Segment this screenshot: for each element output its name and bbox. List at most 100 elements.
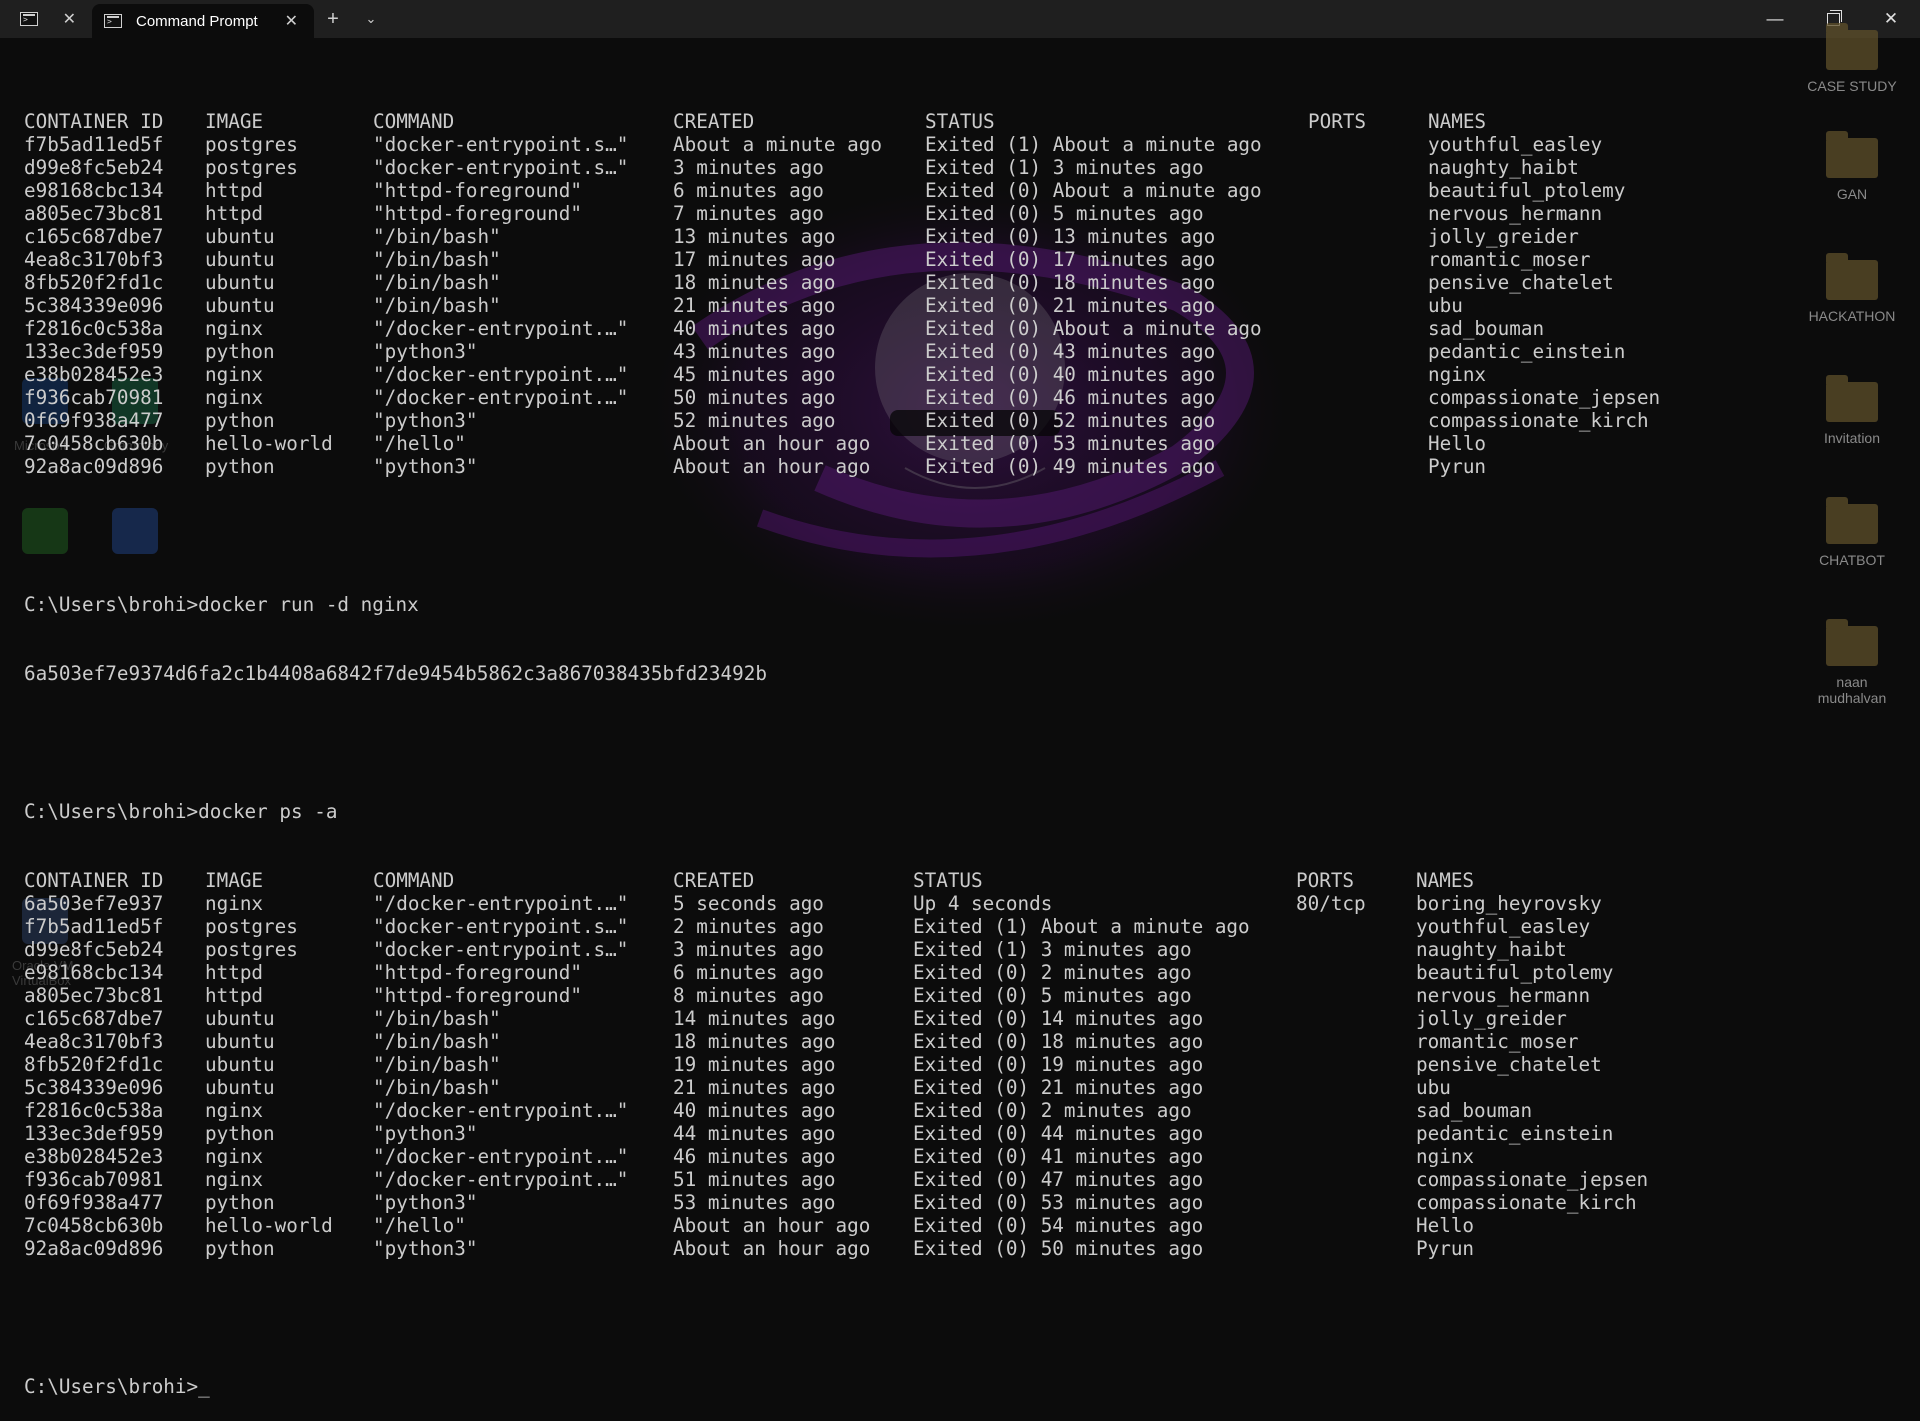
- desktop-folder-label: CHATBOT: [1819, 552, 1885, 568]
- names-cell: jolly_greider: [1428, 225, 1579, 248]
- desktop-folder-invitation[interactable]: Invitation: [1807, 375, 1897, 446]
- container-id-cell: 8fb520f2fd1c: [24, 271, 164, 294]
- column-header: COMMAND: [373, 869, 455, 892]
- column-header: COMMAND: [373, 110, 455, 133]
- command-line: C:\Users\brohi>docker run -d nginx: [24, 593, 419, 616]
- status-cell: Exited (0) 54 minutes ago: [913, 1214, 1204, 1237]
- folder-icon: [1826, 497, 1878, 544]
- prompt-line[interactable]: C:\Users\brohi>_: [24, 1375, 210, 1398]
- container-hash: 6a503ef7e9374d6fa2c1b4408a6842f7de9454b5…: [24, 662, 767, 685]
- container-id-cell: 5c384339e096: [24, 294, 164, 317]
- names-cell: compassionate_kirch: [1416, 1191, 1637, 1214]
- status-cell: Exited (0) 50 minutes ago: [913, 1237, 1204, 1260]
- table-row: f936cab70981 nginx "/docker-entrypoint.…" 5…: [24, 1168, 1648, 1191]
- image-cell: ubuntu: [205, 225, 275, 248]
- command-prompt[interactable]: C:\Users\brohi>_: [24, 1375, 210, 1398]
- column-header: NAMES: [1428, 110, 1487, 133]
- names-cell: pensive_chatelet: [1428, 271, 1614, 294]
- table-row: 8fb520f2fd1c ubuntu "/bin/bash" 18 minutes …: [24, 271, 1614, 294]
- table-row: f2816c0c538a nginx "/docker-entrypoint.…" 4…: [24, 1099, 1532, 1122]
- status-cell: Exited (0) 18 minutes ago: [925, 271, 1216, 294]
- table-row: a805ec73bc81 httpd "httpd-foreground" 8 min…: [24, 984, 1590, 1007]
- command-cell: "python3": [373, 340, 478, 363]
- names-cell: beautiful_ptolemy: [1416, 961, 1614, 984]
- command-cell: "/bin/bash": [373, 271, 501, 294]
- desktop-folder-hackathon[interactable]: HACKATHON: [1807, 253, 1897, 324]
- command-cell: "/docker-entrypoint.…": [373, 1099, 629, 1122]
- created-cell: 6 minutes ago: [673, 179, 824, 202]
- minimize-button[interactable]: —: [1746, 0, 1804, 38]
- chevron-down-icon[interactable]: ⌄: [352, 11, 390, 27]
- column-header: CREATED: [673, 869, 755, 892]
- close-tab-icon[interactable]: ✕: [59, 9, 80, 29]
- created-cell: About an hour ago: [673, 432, 871, 455]
- image-cell: httpd: [205, 202, 264, 225]
- names-cell: compassionate_jepsen: [1428, 386, 1661, 409]
- table-row: 92a8ac09d896 python "python3" About an hour…: [24, 455, 1486, 478]
- command-cell: "/bin/bash": [373, 1053, 501, 1076]
- names-cell: sad_bouman: [1416, 1099, 1533, 1122]
- terminal-output[interactable]: CONTAINER ID IMAGE COMMAND CREATED STATUS POR…: [24, 64, 1660, 1421]
- command-cell: "python3": [373, 1237, 478, 1260]
- status-cell: Exited (0) 21 minutes ago: [913, 1076, 1204, 1099]
- image-cell: ubuntu: [205, 1053, 275, 1076]
- status-cell: Exited (0) 53 minutes ago: [925, 432, 1216, 455]
- command-cell: "python3": [373, 409, 478, 432]
- table-row: d99e8fc5eb24 postgres "docker-entrypoint.s…: [24, 156, 1579, 179]
- created-cell: About a minute ago: [673, 133, 882, 156]
- names-cell: Hello: [1416, 1214, 1475, 1237]
- names-cell: ubu: [1428, 294, 1463, 317]
- image-cell: python: [205, 1237, 275, 1260]
- column-header: PORTS: [1296, 869, 1355, 892]
- container-id-cell: f936cab70981: [24, 1168, 164, 1191]
- names-cell: youthful_easley: [1416, 915, 1591, 938]
- status-cell: Exited (1) 3 minutes ago: [913, 938, 1192, 961]
- table-row: f2816c0c538a nginx "/docker-entrypoint.…" 4…: [24, 317, 1544, 340]
- tab-command-prompt[interactable]: Command Prompt ✕: [92, 4, 314, 38]
- container-id-cell: 8fb520f2fd1c: [24, 1053, 164, 1076]
- status-cell: Exited (0) 46 minutes ago: [925, 386, 1216, 409]
- names-cell: romantic_moser: [1428, 248, 1591, 271]
- status-cell: Exited (0) 14 minutes ago: [913, 1007, 1204, 1030]
- image-cell: nginx: [205, 1145, 264, 1168]
- table-row: 6a503ef7e937 nginx "/docker-entrypoint.…" 5…: [24, 892, 1602, 915]
- command-cell: "/bin/bash": [373, 225, 501, 248]
- column-header: CONTAINER ID: [24, 110, 164, 133]
- desktop-folder-gan[interactable]: GAN: [1807, 131, 1897, 202]
- tab-title: Command Prompt: [136, 12, 258, 30]
- table-row: a805ec73bc81 httpd "httpd-foreground" 7 min…: [24, 202, 1602, 225]
- image-cell: hello-world: [205, 432, 333, 455]
- column-header: PORTS: [1308, 110, 1367, 133]
- status-cell: Exited (0) 21 minutes ago: [925, 294, 1216, 317]
- desktop-folder-naan-mudhalvan[interactable]: naan mudhalvan: [1807, 619, 1897, 706]
- names-cell: beautiful_ptolemy: [1428, 179, 1626, 202]
- image-cell: python: [205, 1122, 275, 1145]
- command-cell: "/docker-entrypoint.…": [373, 386, 629, 409]
- ports-cell: 80/tcp: [1296, 892, 1366, 915]
- image-cell: postgres: [205, 915, 298, 938]
- names-cell: romantic_moser: [1416, 1030, 1579, 1053]
- new-tab-button[interactable]: +: [314, 8, 352, 31]
- created-cell: About an hour ago: [673, 455, 871, 478]
- command-cell: "docker-entrypoint.s…": [373, 133, 629, 156]
- container-id-cell: d99e8fc5eb24: [24, 156, 164, 179]
- desktop-folder-case-study[interactable]: CASE STUDY: [1807, 23, 1897, 94]
- desktop-folder-chatbot[interactable]: CHATBOT: [1807, 497, 1897, 568]
- names-cell: ubu: [1416, 1076, 1451, 1099]
- created-cell: 13 minutes ago: [673, 225, 836, 248]
- created-cell: About an hour ago: [673, 1214, 871, 1237]
- status-cell: Exited (0) 40 minutes ago: [925, 363, 1216, 386]
- status-cell: Exited (0) 43 minutes ago: [925, 340, 1216, 363]
- created-cell: 7 minutes ago: [673, 202, 824, 225]
- image-cell: nginx: [205, 1099, 264, 1122]
- image-cell: postgres: [205, 133, 298, 156]
- container-id-cell: f7b5ad11ed5f: [24, 915, 164, 938]
- close-tab-icon[interactable]: ✕: [281, 11, 302, 31]
- image-cell: ubuntu: [205, 294, 275, 317]
- image-cell: ubuntu: [205, 1030, 275, 1053]
- tab-terminal-1[interactable]: ✕: [0, 0, 92, 38]
- created-cell: 18 minutes ago: [673, 1030, 836, 1053]
- status-cell: Exited (0) 19 minutes ago: [913, 1053, 1204, 1076]
